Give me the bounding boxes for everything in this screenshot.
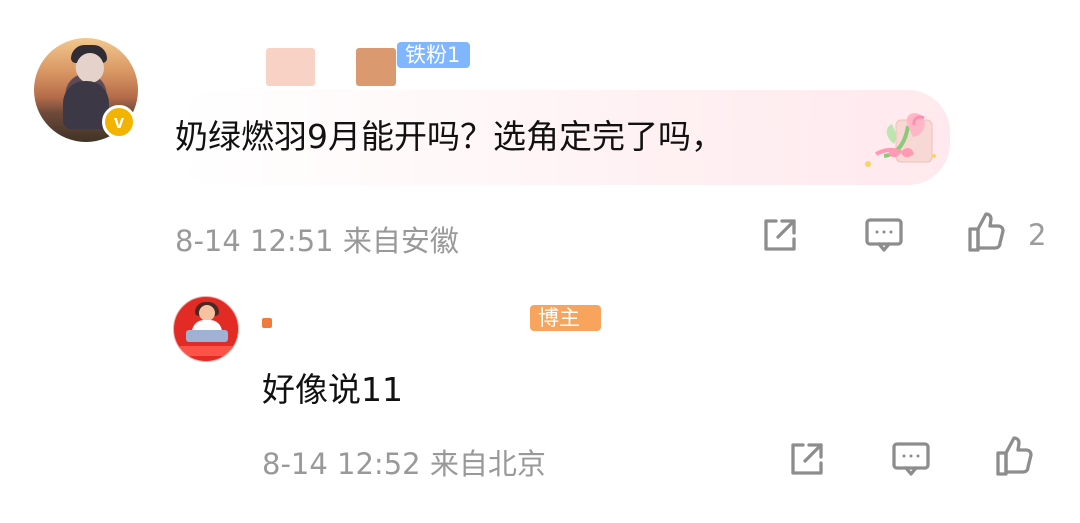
fan-badge: 铁粉1 (397, 42, 470, 68)
comment-text: 奶绿燃羽9月能开吗？选角定完了吗， (175, 117, 724, 156)
like-icon[interactable] (965, 211, 1009, 255)
comment-icon[interactable] (862, 213, 906, 257)
avatar-reply-laptop (186, 330, 228, 342)
reply-text: 好像说11 (262, 370, 403, 409)
comment-meta: 8-14 12:51 来自安徽 (175, 224, 459, 258)
like-count: 2 (1028, 218, 1047, 252)
flower-sticker-icon (865, 113, 936, 167)
reply-share-icon[interactable] (785, 437, 829, 481)
avatar-reply-face (199, 305, 215, 321)
username-blur-left (266, 48, 315, 86)
username-blur-reply (262, 318, 272, 328)
reply-comment-icon[interactable] (889, 437, 933, 481)
verified-badge-icon: v (102, 105, 136, 139)
avatar-reply[interactable] (173, 296, 239, 362)
share-icon[interactable] (758, 213, 802, 257)
avatar-face (76, 53, 104, 83)
reply-meta: 8-14 12:52 来自北京 (262, 447, 546, 481)
author-badge: 博主 (530, 305, 601, 331)
avatar-reply-caption (180, 346, 234, 356)
username-blur-right (356, 48, 396, 86)
reply-like-icon[interactable] (993, 435, 1037, 479)
